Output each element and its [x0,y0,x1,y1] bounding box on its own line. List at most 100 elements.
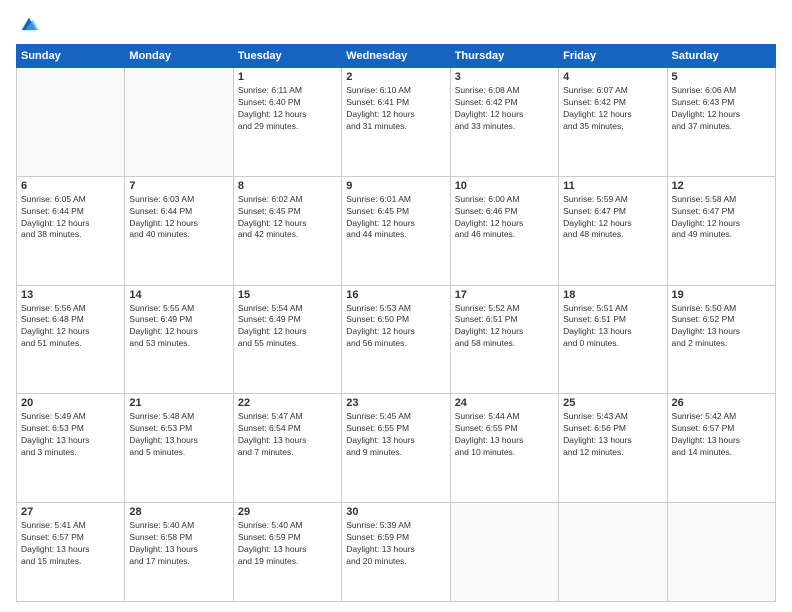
calendar-cell: 11 Sunrise: 5:59 AM Sunset: 6:47 PM Dayli… [559,176,667,285]
calendar-cell [559,503,667,602]
day-info: Sunrise: 5:58 AM Sunset: 6:47 PM Dayligh… [672,194,771,242]
day-info: Sunrise: 5:42 AM Sunset: 6:57 PM Dayligh… [672,411,771,459]
calendar-cell: 13 Sunrise: 5:56 AM Sunset: 6:48 PM Dayli… [17,285,125,394]
day-number: 26 [672,397,771,409]
day-info: Sunrise: 5:45 AM Sunset: 6:55 PM Dayligh… [346,411,445,459]
day-info: Sunrise: 6:00 AM Sunset: 6:46 PM Dayligh… [455,194,554,242]
day-number: 17 [455,289,554,301]
calendar-cell: 9 Sunrise: 6:01 AM Sunset: 6:45 PM Daylig… [342,176,450,285]
day-info: Sunrise: 5:54 AM Sunset: 6:49 PM Dayligh… [238,303,337,351]
day-info: Sunrise: 6:06 AM Sunset: 6:43 PM Dayligh… [672,85,771,133]
day-number: 19 [672,289,771,301]
calendar-cell: 2 Sunrise: 6:10 AM Sunset: 6:41 PM Daylig… [342,68,450,177]
day-number: 9 [346,180,445,192]
calendar-cell: 3 Sunrise: 6:08 AM Sunset: 6:42 PM Daylig… [450,68,558,177]
day-info: Sunrise: 5:40 AM Sunset: 6:58 PM Dayligh… [129,520,228,568]
calendar-cell: 25 Sunrise: 5:43 AM Sunset: 6:56 PM Dayli… [559,394,667,503]
calendar-week-row: 6 Sunrise: 6:05 AM Sunset: 6:44 PM Daylig… [17,176,776,285]
day-info: Sunrise: 6:08 AM Sunset: 6:42 PM Dayligh… [455,85,554,133]
day-header-wednesday: Wednesday [342,45,450,68]
day-info: Sunrise: 6:11 AM Sunset: 6:40 PM Dayligh… [238,85,337,133]
day-number: 2 [346,71,445,83]
calendar-week-row: 13 Sunrise: 5:56 AM Sunset: 6:48 PM Dayli… [17,285,776,394]
day-number: 16 [346,289,445,301]
calendar-cell [17,68,125,177]
day-info: Sunrise: 5:51 AM Sunset: 6:51 PM Dayligh… [563,303,662,351]
day-info: Sunrise: 5:40 AM Sunset: 6:59 PM Dayligh… [238,520,337,568]
day-info: Sunrise: 5:41 AM Sunset: 6:57 PM Dayligh… [21,520,120,568]
day-info: Sunrise: 5:49 AM Sunset: 6:53 PM Dayligh… [21,411,120,459]
header [16,14,776,36]
calendar-week-row: 1 Sunrise: 6:11 AM Sunset: 6:40 PM Daylig… [17,68,776,177]
calendar-cell: 10 Sunrise: 6:00 AM Sunset: 6:46 PM Dayli… [450,176,558,285]
day-number: 10 [455,180,554,192]
day-info: Sunrise: 5:47 AM Sunset: 6:54 PM Dayligh… [238,411,337,459]
day-number: 14 [129,289,228,301]
calendar-cell [125,68,233,177]
day-header-friday: Friday [559,45,667,68]
calendar-cell: 21Sunrise: 5:48 AM Sunset: 6:53 PM Dayli… [125,394,233,503]
day-info: Sunrise: 5:50 AM Sunset: 6:52 PM Dayligh… [672,303,771,351]
day-number: 28 [129,506,228,518]
day-number: 6 [21,180,120,192]
calendar-cell: 27 Sunrise: 5:41 AM Sunset: 6:57 PM Dayli… [17,503,125,602]
calendar-cell: 8 Sunrise: 6:02 AM Sunset: 6:45 PM Daylig… [233,176,341,285]
calendar-cell: 19 Sunrise: 5:50 AM Sunset: 6:52 PM Dayli… [667,285,775,394]
calendar-cell [450,503,558,602]
calendar-header-row: SundayMondayTuesdayWednesdayThursdayFrid… [17,45,776,68]
day-number: 21 [129,397,228,409]
day-number: 23 [346,397,445,409]
day-info: Sunrise: 6:02 AM Sunset: 6:45 PM Dayligh… [238,194,337,242]
day-info: Sunrise: 5:56 AM Sunset: 6:48 PM Dayligh… [21,303,120,351]
page: SundayMondayTuesdayWednesdayThursdayFrid… [0,0,792,612]
logo-icon [18,14,40,36]
calendar-week-row: 27 Sunrise: 5:41 AM Sunset: 6:57 PM Dayli… [17,503,776,602]
logo [16,14,40,36]
day-number: 8 [238,180,337,192]
day-number: 27 [21,506,120,518]
day-header-monday: Monday [125,45,233,68]
calendar-cell: 23 Sunrise: 5:45 AM Sunset: 6:55 PM Dayli… [342,394,450,503]
day-number: 3 [455,71,554,83]
day-info: Sunrise: 5:53 AM Sunset: 6:50 PM Dayligh… [346,303,445,351]
calendar-cell: 29 Sunrise: 5:40 AM Sunset: 6:59 PM Dayli… [233,503,341,602]
calendar-cell: 16 Sunrise: 5:53 AM Sunset: 6:50 PM Dayli… [342,285,450,394]
day-info: Sunrise: 6:10 AM Sunset: 6:41 PM Dayligh… [346,85,445,133]
day-info: Sunrise: 5:59 AM Sunset: 6:47 PM Dayligh… [563,194,662,242]
calendar-cell [667,503,775,602]
day-number: 24 [455,397,554,409]
day-info: Sunrise: 6:05 AM Sunset: 6:44 PM Dayligh… [21,194,120,242]
calendar-cell: 14Sunrise: 5:55 AM Sunset: 6:49 PM Dayli… [125,285,233,394]
calendar-cell: 26 Sunrise: 5:42 AM Sunset: 6:57 PM Dayli… [667,394,775,503]
day-header-thursday: Thursday [450,45,558,68]
day-number: 11 [563,180,662,192]
day-number: 20 [21,397,120,409]
day-number: 12 [672,180,771,192]
day-info: Sunrise: 6:03 AM Sunset: 6:44 PM Dayligh… [129,194,228,242]
day-info: Sunrise: 5:39 AM Sunset: 6:59 PM Dayligh… [346,520,445,568]
day-number: 1 [238,71,337,83]
calendar-cell: 22 Sunrise: 5:47 AM Sunset: 6:54 PM Dayli… [233,394,341,503]
calendar-cell: 6 Sunrise: 6:05 AM Sunset: 6:44 PM Daylig… [17,176,125,285]
calendar-cell: 5Sunrise: 6:06 AM Sunset: 6:43 PM Daylig… [667,68,775,177]
day-info: Sunrise: 5:43 AM Sunset: 6:56 PM Dayligh… [563,411,662,459]
day-number: 22 [238,397,337,409]
calendar-cell: 20 Sunrise: 5:49 AM Sunset: 6:53 PM Dayli… [17,394,125,503]
calendar-cell: 30 Sunrise: 5:39 AM Sunset: 6:59 PM Dayli… [342,503,450,602]
calendar-week-row: 20 Sunrise: 5:49 AM Sunset: 6:53 PM Dayli… [17,394,776,503]
day-number: 30 [346,506,445,518]
day-number: 25 [563,397,662,409]
day-info: Sunrise: 6:01 AM Sunset: 6:45 PM Dayligh… [346,194,445,242]
day-number: 15 [238,289,337,301]
calendar-cell: 1 Sunrise: 6:11 AM Sunset: 6:40 PM Daylig… [233,68,341,177]
day-number: 13 [21,289,120,301]
day-header-sunday: Sunday [17,45,125,68]
day-header-tuesday: Tuesday [233,45,341,68]
day-info: Sunrise: 5:44 AM Sunset: 6:55 PM Dayligh… [455,411,554,459]
calendar-cell: 12 Sunrise: 5:58 AM Sunset: 6:47 PM Dayli… [667,176,775,285]
day-number: 18 [563,289,662,301]
day-info: Sunrise: 6:07 AM Sunset: 6:42 PM Dayligh… [563,85,662,133]
calendar-cell: 15 Sunrise: 5:54 AM Sunset: 6:49 PM Dayli… [233,285,341,394]
day-number: 29 [238,506,337,518]
calendar-cell: 28 Sunrise: 5:40 AM Sunset: 6:58 PM Dayli… [125,503,233,602]
